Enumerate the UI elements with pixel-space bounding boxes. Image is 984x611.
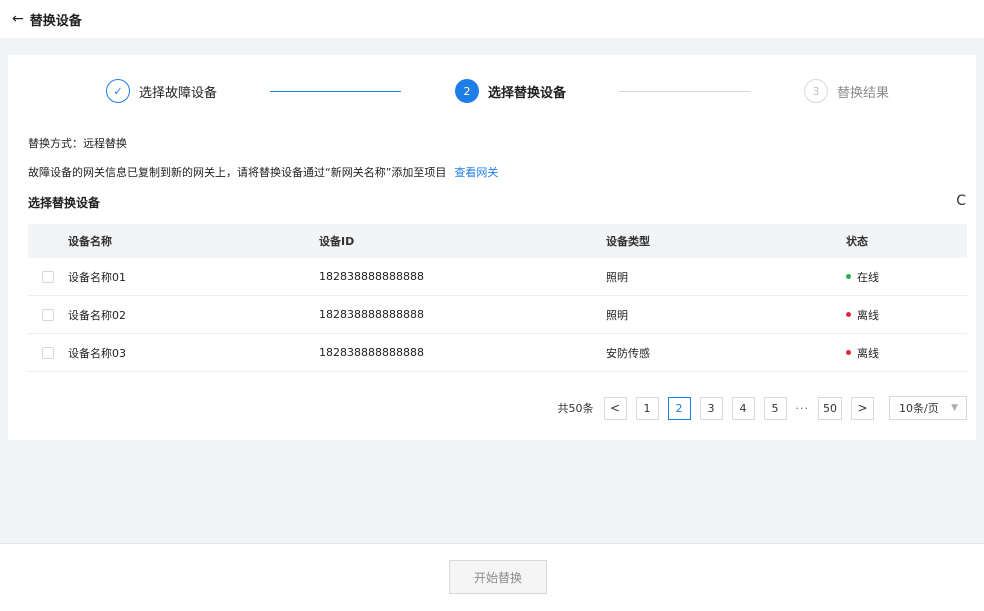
device-status: 离线 bbox=[846, 307, 879, 323]
replace-method-text: 替换方式：远程替换 bbox=[28, 137, 127, 150]
steps-bar: ✓ 选择故障设备 2 选择替换设备 3 替换结果 bbox=[8, 55, 976, 131]
device-table: 设备名称 设备ID 设备类型 状态 设备名称01 182838888888888… bbox=[28, 224, 967, 372]
table-row[interactable]: 设备名称03 182838888888888 安防传感 离线 bbox=[28, 334, 967, 372]
gateway-notice: 故障设备的网关信息已复制到新的网关上，请将替换设备通过“新网关名称”添加至项目查… bbox=[28, 164, 498, 180]
page-button-3[interactable]: 3 bbox=[699, 396, 723, 420]
status-dot bbox=[846, 350, 851, 355]
step-select-replacement-device: 2 选择替换设备 bbox=[455, 78, 566, 104]
page-button-1[interactable]: 1 bbox=[635, 396, 659, 420]
top-bar: ← 替换设备 bbox=[0, 0, 984, 38]
total-count: 共50条 bbox=[557, 402, 594, 415]
check-icon: ✓ bbox=[106, 79, 130, 103]
step-label: 选择故障设备 bbox=[139, 85, 218, 101]
column-header-name: 设备名称 bbox=[68, 235, 112, 248]
row-checkbox[interactable] bbox=[42, 270, 54, 283]
step-number: 2 bbox=[455, 79, 479, 103]
footer-bar: 开始替换 bbox=[0, 543, 984, 611]
gateway-notice-text: 故障设备的网关信息已复制到新的网关上，请将替换设备通过“新网关名称”添加至项目 bbox=[28, 166, 447, 179]
step-select-faulty-device: ✓ 选择故障设备 bbox=[106, 78, 217, 104]
section-title: 选择替换设备 bbox=[28, 196, 101, 210]
step-number: 3 bbox=[804, 79, 828, 103]
device-id: 182838888888888 bbox=[319, 270, 424, 283]
main-card: ✓ 选择故障设备 2 选择替换设备 3 替换结果 替换方式：远程替换 故障设备的… bbox=[8, 55, 976, 440]
pagination: 共50条 < 1 2 3 4 5 ··· 50 > 10条/页 ▼ bbox=[557, 396, 967, 420]
table-row[interactable]: 设备名称02 182838888888888 照明 离线 bbox=[28, 296, 967, 334]
back-arrow-icon[interactable]: ← bbox=[12, 11, 24, 27]
device-id: 182838888888888 bbox=[319, 346, 424, 359]
more-pages-icon[interactable]: ··· bbox=[796, 402, 810, 415]
step-replace-result: 3 替换结果 bbox=[804, 78, 889, 104]
page-size-value: 10条/页 bbox=[899, 402, 939, 415]
status-text: 离线 bbox=[857, 346, 879, 360]
next-page-icon[interactable]: > bbox=[851, 396, 874, 420]
start-replace-button[interactable]: 开始替换 bbox=[449, 560, 547, 594]
device-status: 在线 bbox=[846, 269, 879, 285]
device-type: 照明 bbox=[606, 308, 628, 322]
status-text: 离线 bbox=[857, 308, 879, 322]
step-label: 选择替换设备 bbox=[488, 85, 567, 101]
status-dot bbox=[846, 274, 851, 279]
refresh-icon[interactable]: C bbox=[956, 193, 966, 209]
page-button-2[interactable]: 2 bbox=[667, 396, 691, 420]
device-name: 设备名称01 bbox=[68, 270, 126, 284]
step-connector-pending bbox=[619, 91, 750, 92]
column-header-id: 设备ID bbox=[319, 235, 355, 248]
device-name: 设备名称03 bbox=[68, 346, 126, 360]
column-header-type: 设备类型 bbox=[606, 235, 650, 248]
status-text: 在线 bbox=[857, 270, 879, 284]
device-type: 安防传感 bbox=[606, 346, 650, 360]
device-status: 离线 bbox=[846, 345, 879, 361]
view-gateway-link[interactable]: 查看网关 bbox=[454, 166, 498, 179]
prev-page-icon[interactable]: < bbox=[603, 396, 627, 420]
page-button-50[interactable]: 50 bbox=[818, 396, 842, 420]
page-size-select[interactable]: 10条/页 ▼ bbox=[889, 396, 967, 420]
caret-down-icon: ▼ bbox=[951, 403, 958, 413]
device-name: 设备名称02 bbox=[68, 308, 126, 322]
row-checkbox[interactable] bbox=[42, 346, 54, 359]
step-connector-done bbox=[270, 91, 401, 92]
step-label: 替换结果 bbox=[837, 85, 890, 101]
page-button-4[interactable]: 4 bbox=[731, 396, 755, 420]
page-button-5[interactable]: 5 bbox=[763, 396, 787, 420]
status-dot bbox=[846, 312, 851, 317]
row-checkbox[interactable] bbox=[42, 308, 54, 321]
device-type: 照明 bbox=[606, 270, 628, 284]
table-header: 设备名称 设备ID 设备类型 状态 bbox=[28, 224, 967, 258]
column-header-status: 状态 bbox=[846, 235, 868, 248]
page-title: 替换设备 bbox=[29, 13, 82, 29]
table-row[interactable]: 设备名称01 182838888888888 照明 在线 bbox=[28, 258, 967, 296]
device-id: 182838888888888 bbox=[319, 308, 424, 321]
